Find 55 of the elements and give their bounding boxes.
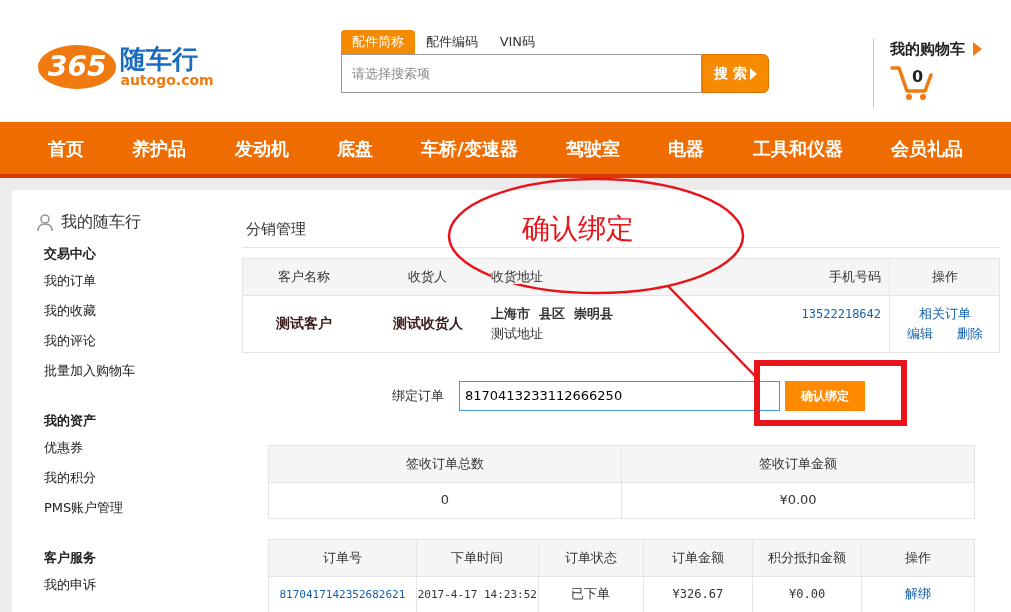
sidebar-item[interactable]: 优惠券 bbox=[44, 433, 242, 463]
column-header: 手机号码 bbox=[829, 268, 882, 284]
logo-name: 随车行 bbox=[120, 46, 200, 72]
cart-icon[interactable] bbox=[890, 64, 934, 101]
column-header: 订单金额 bbox=[643, 539, 753, 576]
search-tab[interactable]: VIN码 bbox=[488, 30, 547, 54]
sidebar-title: 我的随车行 bbox=[61, 211, 141, 233]
column-header: 操作 bbox=[931, 268, 958, 284]
triangle-icon bbox=[973, 42, 982, 57]
phone-number: 13522218642 bbox=[801, 306, 882, 321]
sidebar-item[interactable]: 批量加入购物车 bbox=[44, 356, 242, 386]
search-tab[interactable]: 配件编码 bbox=[414, 30, 489, 54]
logo-badge: 365 bbox=[38, 45, 117, 89]
column-header: 操作 bbox=[861, 539, 975, 576]
column-header: 签收订单金额 bbox=[621, 445, 975, 482]
user-icon bbox=[37, 213, 53, 231]
column-header: 积分抵扣金额 bbox=[752, 539, 862, 576]
receiver-name: 测试收货人 bbox=[392, 315, 463, 331]
address-line: 上海市 县区 崇明县 bbox=[491, 305, 615, 323]
cart-link[interactable]: 我的购物车 bbox=[890, 38, 965, 61]
order-status: 已下单 bbox=[571, 586, 611, 602]
column-header: 收货地址 bbox=[491, 268, 543, 284]
sidebar-heading: 我的资产 bbox=[44, 412, 97, 430]
sidebar-item[interactable]: 我的积分 bbox=[44, 463, 242, 493]
points-amount: ¥0.00 bbox=[789, 587, 826, 602]
column-header: 订单号 bbox=[268, 539, 417, 576]
logo-domain: autogo.com bbox=[120, 72, 214, 88]
sidebar-item[interactable]: PMS账户管理 bbox=[44, 493, 242, 523]
column-header: 下单时间 bbox=[416, 539, 539, 576]
delete-link[interactable]: 删除 bbox=[956, 323, 983, 343]
customer-name: 测试客户 bbox=[276, 315, 333, 331]
sidebar-item[interactable]: 我的订单 bbox=[44, 266, 242, 296]
sidebar-heading: 客户服务 bbox=[44, 549, 97, 567]
search-field[interactable]: 请选择搜索项 bbox=[340, 54, 702, 93]
column-header: 签收订单总数 bbox=[268, 445, 622, 482]
annotation-text: 确认绑定 bbox=[522, 212, 634, 246]
column-header: 客户名称 bbox=[278, 268, 331, 284]
order-input[interactable]: 8170413233112666250 bbox=[459, 380, 780, 411]
order-time: 2017-4-17 14:23:52 bbox=[417, 588, 537, 602]
order-amount: ¥326.67 bbox=[672, 587, 724, 602]
sidebar-item[interactable]: 我的申诉 bbox=[44, 570, 242, 600]
cart-count: 0 bbox=[912, 65, 924, 88]
triangle-icon bbox=[749, 68, 757, 80]
column-header: 收货人 bbox=[408, 268, 448, 284]
sidebar-item[interactable]: 我的评论 bbox=[44, 326, 242, 356]
field-label: 绑定订单 bbox=[392, 386, 444, 405]
sidebar-item[interactable]: 我的收藏 bbox=[44, 296, 242, 326]
table-value: ¥0.00 bbox=[779, 492, 817, 508]
column-header: 订单状态 bbox=[538, 539, 644, 576]
unbind-link[interactable]: 解绑 bbox=[905, 586, 932, 602]
sidebar-heading: 交易中心 bbox=[44, 245, 97, 263]
related-orders-link[interactable]: 相关订单 bbox=[918, 306, 971, 321]
table-value: 0 bbox=[440, 492, 450, 508]
edit-link[interactable]: 编辑 bbox=[906, 323, 933, 343]
address-detail: 测试地址 bbox=[491, 324, 544, 343]
